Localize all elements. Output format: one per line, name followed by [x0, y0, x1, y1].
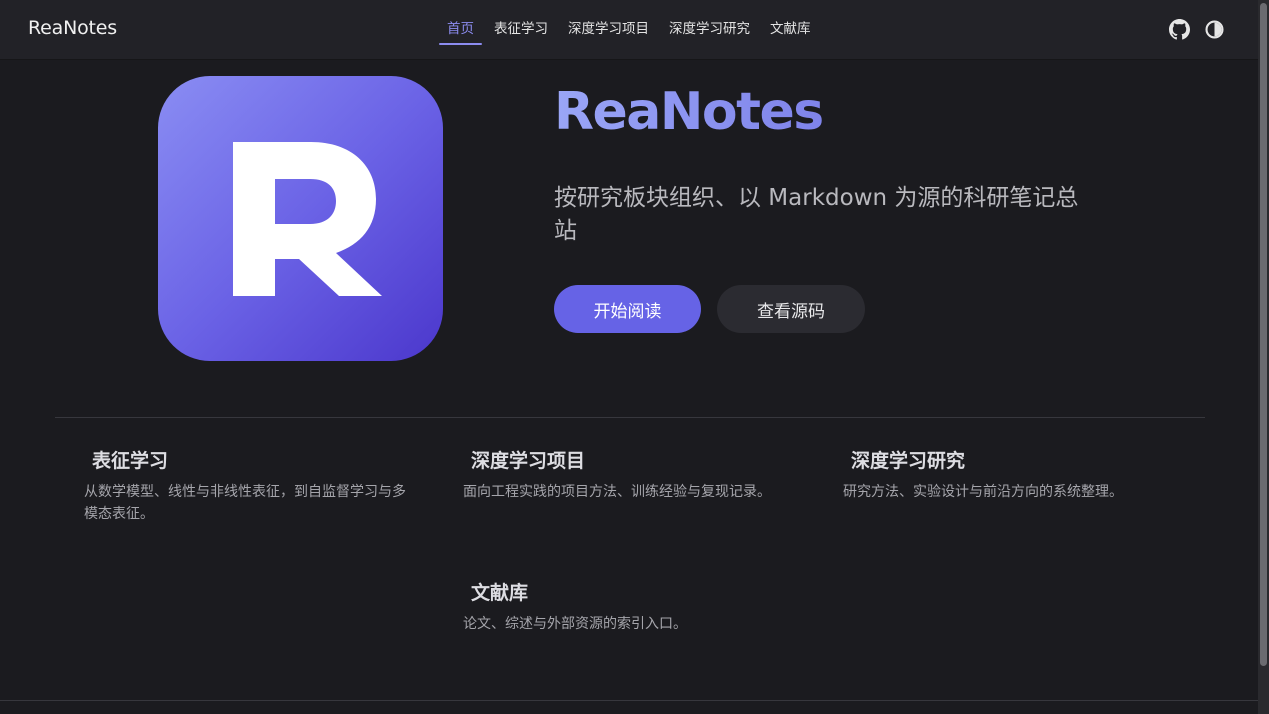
- feature-description: 研究方法、实验设计与前沿方向的系统整理。: [843, 484, 1123, 500]
- footer-divider: [0, 700, 1258, 701]
- reanotes-logo: [158, 76, 443, 361]
- feature-card-representation-learning[interactable]: 表征学习 从数学模型、线性与非线性表征，到自监督学习与多模态表征。: [84, 448, 414, 525]
- nav-link-dl-research[interactable]: 深度学习研究: [661, 0, 758, 59]
- feature-title: 深度学习项目: [471, 450, 586, 472]
- top-navbar: ReaNotes 首页 表征学习 深度学习项目 深度学习研究 文献库: [0, 0, 1258, 59]
- github-icon[interactable]: [1169, 19, 1190, 40]
- hero-title: ReaNotes: [554, 82, 824, 142]
- nav-link-home[interactable]: 首页: [439, 0, 482, 59]
- feature-title: 表征学习: [92, 450, 169, 472]
- site-brand[interactable]: ReaNotes: [28, 17, 117, 39]
- feature-title: 深度学习研究: [851, 450, 966, 472]
- nav-link-library[interactable]: 文献库: [762, 0, 819, 59]
- page-scrollbar[interactable]: [1258, 0, 1269, 714]
- feature-description: 从数学模型、线性与非线性表征，到自监督学习与多模态表征。: [84, 484, 406, 522]
- hero-tagline: 按研究板块组织、以 Markdown 为源的科研笔记总站: [554, 185, 1079, 244]
- scrollbar-thumb[interactable]: [1260, 3, 1267, 666]
- feature-card-dl-projects[interactable]: 深度学习项目 面向工程实践的项目方法、训练经验与复现记录。: [463, 448, 793, 503]
- feature-description: 论文、综述与外部资源的索引入口。: [463, 616, 687, 632]
- start-reading-button[interactable]: 开始阅读: [554, 285, 701, 333]
- view-source-button[interactable]: 查看源码: [717, 285, 865, 333]
- feature-description: 面向工程实践的项目方法、训练经验与复现记录。: [463, 484, 771, 500]
- feature-card-dl-research[interactable]: 深度学习研究 研究方法、实验设计与前沿方向的系统整理。: [843, 448, 1188, 503]
- theme-toggle-icon[interactable]: [1204, 19, 1225, 40]
- nav-link-dl-projects[interactable]: 深度学习项目: [560, 0, 657, 59]
- main-nav: 首页 表征学习 深度学习项目 深度学习研究 文献库: [439, 0, 823, 59]
- feature-title: 文献库: [471, 582, 529, 604]
- nav-link-representation-learning[interactable]: 表征学习: [486, 0, 556, 59]
- nav-icon-group: [1155, 19, 1225, 40]
- section-divider: [55, 417, 1205, 418]
- feature-card-library[interactable]: 文献库 论文、综述与外部资源的索引入口。: [463, 580, 793, 635]
